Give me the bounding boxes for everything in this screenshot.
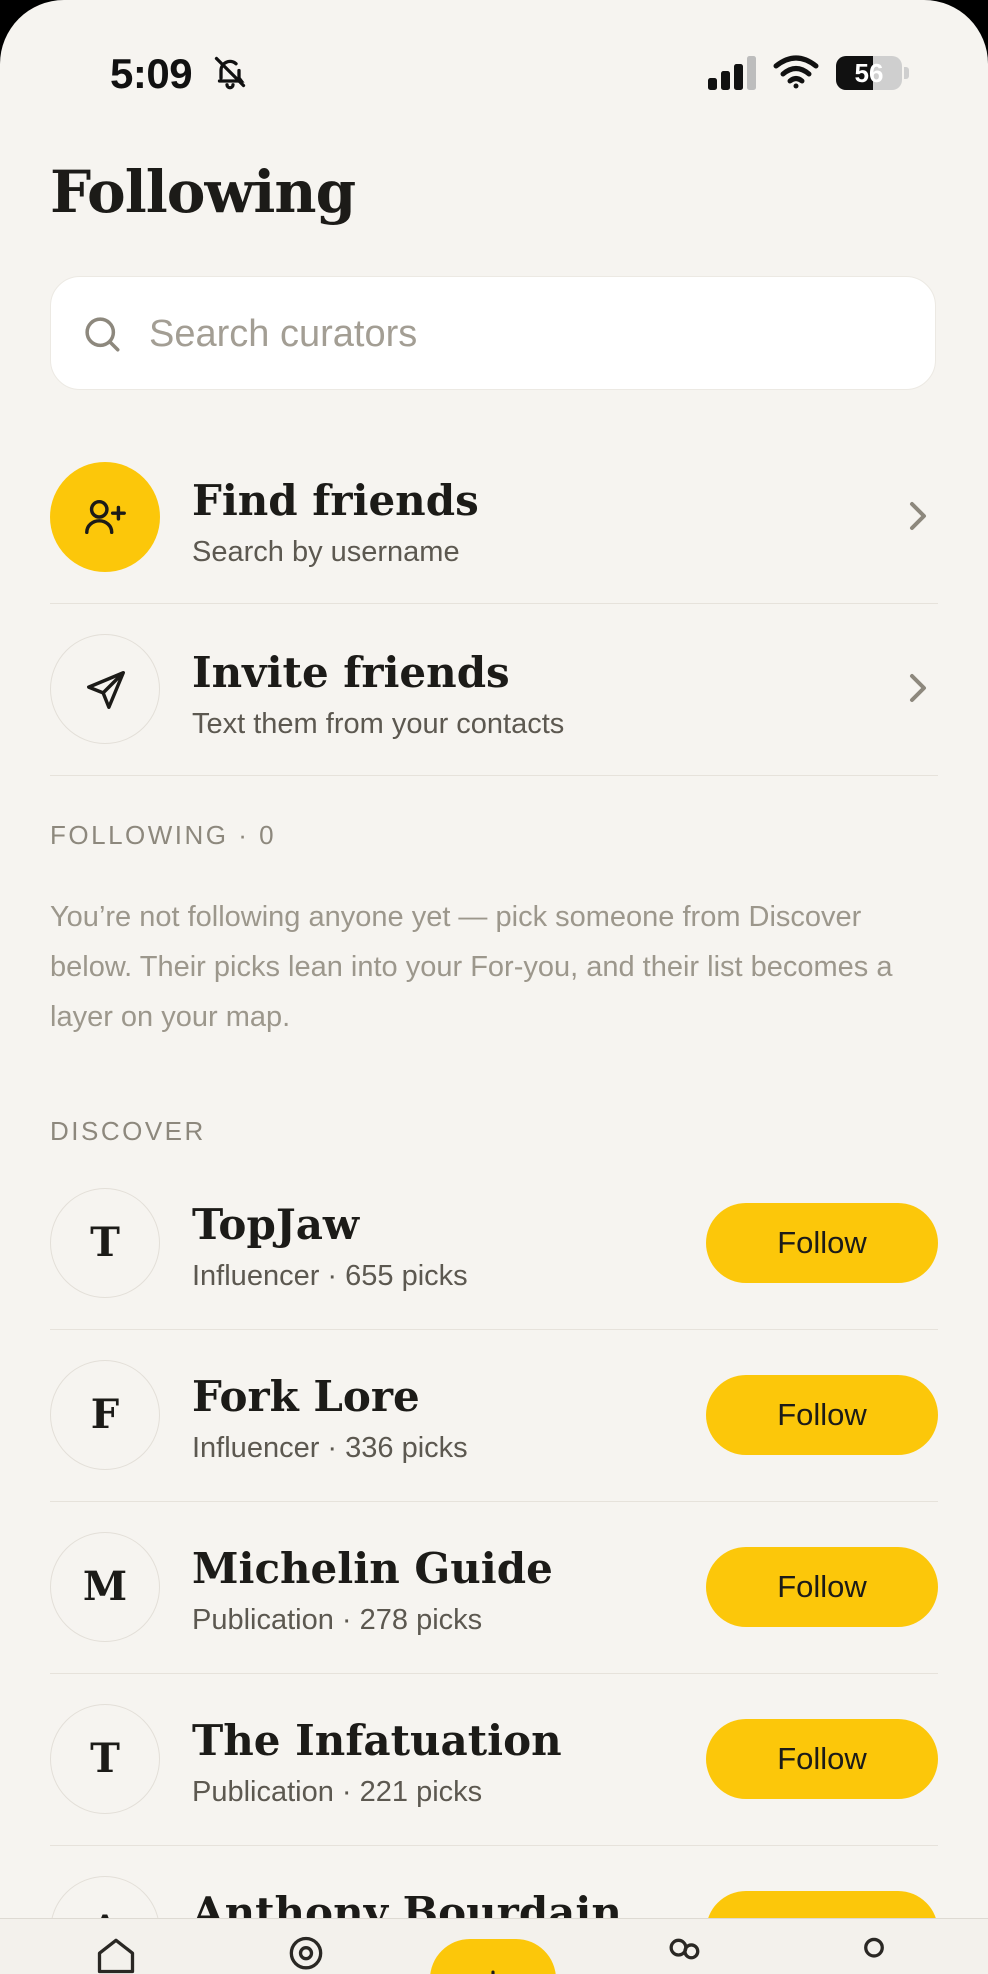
curator-row[interactable]: F Fork Lore Influencer · 336 picks Follo… [50,1330,938,1502]
tab-home[interactable] [74,1919,154,1974]
curator-name: Fork Lore [192,1372,420,1421]
discover-section-label: DISCOVER [50,1116,206,1146]
curator-name: Michelin Guide [192,1544,553,1593]
user-plus-icon [85,499,126,535]
status-time: 5:09 [110,50,193,97]
following-empty-message: You’re not following anyone yet — pick s… [50,901,893,1033]
chevron-right-icon [906,498,930,539]
follow-button[interactable]: Follow [706,1719,938,1799]
tab-profile[interactable] [832,1919,912,1974]
find-friends-avatar [50,462,160,572]
curator-row[interactable]: T The Infatuation Publication · 221 pick… [50,1674,938,1846]
following-section-label: FOLLOWING · 0 [50,820,277,850]
search-input[interactable] [147,277,891,391]
curator-name: The Infatuation [192,1716,562,1765]
follow-button[interactable]: Follow [706,1203,938,1283]
invite-friends-row[interactable]: Invite friends Text them from your conta… [50,604,938,776]
home-icon [97,1938,135,1974]
profile-icon [864,1937,884,1958]
tab-add[interactable] [430,1939,556,1974]
map-pin-icon [289,1936,323,1970]
curator-meta: Publication · 221 picks [192,1776,483,1808]
curator-meta: Influencer · 336 picks [192,1432,468,1464]
invite-friends-subtitle: Text them from your contacts [192,708,565,740]
search-icon [81,313,123,360]
tab-people[interactable] [642,1919,722,1974]
avatar: T [50,1704,160,1814]
curator-row[interactable]: T TopJaw Influencer · 655 picks Follow [50,1158,938,1330]
invite-friends-avatar [50,634,160,744]
follow-button[interactable]: Follow [706,1375,938,1455]
battery-percent: 56 [854,58,884,88]
search-bar[interactable] [50,276,936,391]
curator-row[interactable]: M Michelin Guide Publication · 278 picks… [50,1502,938,1674]
invite-friends-title: Invite friends [192,648,510,697]
find-friends-row[interactable]: Find friends Search by username [50,432,938,604]
avatar: T [50,1188,160,1298]
curator-meta: Influencer · 655 picks [192,1260,468,1292]
bell-off-icon [212,54,248,95]
battery-cap [904,67,909,79]
add-icon [491,1970,495,1974]
cellular-signal-icon [708,56,760,95]
bottom-tab-bar [0,1918,988,1974]
page-title: Following [50,158,356,226]
send-icon [87,671,125,709]
avatar: M [50,1532,160,1642]
tab-map[interactable] [264,1919,344,1974]
battery-body: 56 [836,56,902,90]
find-friends-subtitle: Search by username [192,536,460,568]
following-screen: 5:09 56 Following Search curators Find f… [0,0,988,1974]
people-icon [669,1938,700,1960]
avatar: F [50,1360,160,1470]
follow-button[interactable]: Follow [706,1547,938,1627]
curator-meta: Publication · 278 picks [192,1604,483,1636]
find-friends-title: Find friends [192,476,479,525]
chevron-right-icon [906,670,930,711]
curator-name: TopJaw [192,1200,360,1249]
wifi-icon [772,54,820,95]
